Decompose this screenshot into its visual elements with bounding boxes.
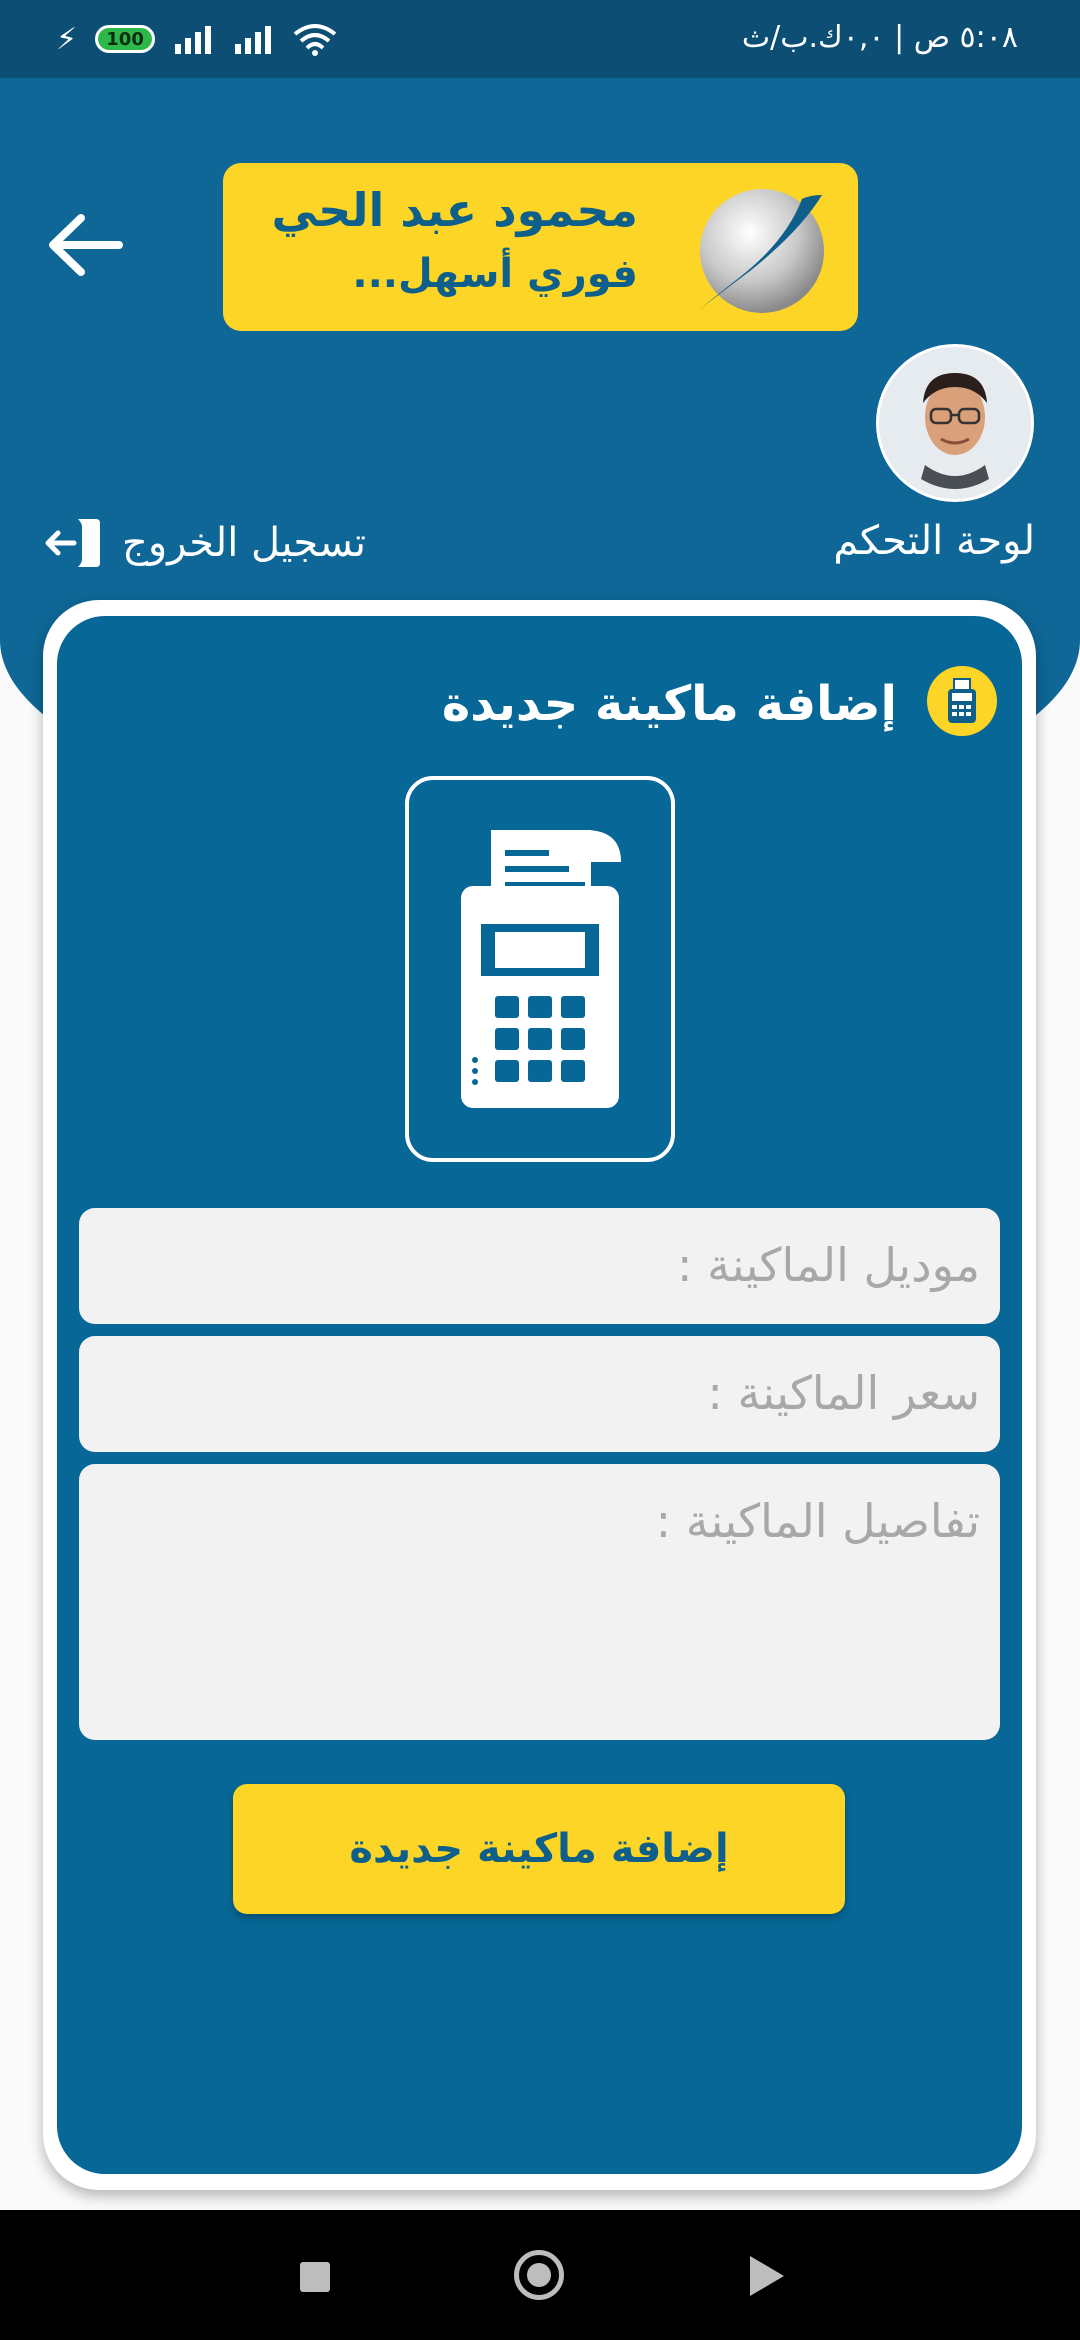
- system-nav-bar: [0, 2210, 1080, 2340]
- card-body: إضافة ماكينة جديدة موديل الماكينة: سعر …: [57, 616, 1022, 2174]
- battery-indicator: 100: [95, 25, 156, 53]
- logout-label: تسجيل الخروج: [122, 520, 367, 566]
- arrow-left-icon: [49, 214, 123, 276]
- status-time: ٥:٠٨ ص | ٠,٠ك.ب/ث: [741, 20, 1018, 55]
- logo-name: محمود عبد الحي: [271, 183, 638, 237]
- title-icon-badge: [927, 666, 997, 736]
- add-machine-card: إضافة ماكينة جديدة موديل الماكينة: سعر …: [43, 600, 1036, 2190]
- avatar[interactable]: [876, 344, 1034, 502]
- brand-logo: محمود عبد الحي فوري أسهل...: [223, 163, 858, 331]
- machine-model-input[interactable]: موديل الماكينة :: [79, 1208, 1000, 1324]
- card-title: إضافة ماكينة جديدة: [441, 676, 897, 732]
- user-photo: [879, 347, 1031, 499]
- pos-machine-icon: [461, 830, 621, 1108]
- back-nav-button[interactable]: [750, 2256, 784, 2296]
- machine-price-input[interactable]: سعر الماكينة :: [79, 1336, 1000, 1452]
- status-icons: ⚡ 100: [56, 18, 337, 60]
- charging-icon: ⚡: [56, 21, 78, 57]
- pos-machine-icon: [948, 678, 976, 723]
- home-button[interactable]: [514, 2250, 564, 2300]
- add-machine-button[interactable]: إضافة ماكينة جديدة: [233, 1784, 845, 1914]
- signal-icon: [175, 26, 212, 54]
- machine-image: [405, 776, 675, 1162]
- dashboard-link[interactable]: لوحة التحكم: [833, 518, 1035, 564]
- recents-button[interactable]: [300, 2262, 330, 2292]
- logout-door-icon: [45, 519, 100, 567]
- logo-slogan: فوري أسهل...: [352, 251, 638, 297]
- back-button[interactable]: [40, 200, 130, 290]
- signal-icon: [235, 26, 272, 54]
- globe-icon: [698, 189, 824, 313]
- wifi-icon: [293, 24, 337, 56]
- machine-details-textarea[interactable]: تفاصيل الماكينة :: [79, 1464, 1000, 1740]
- logout-button[interactable]: تسجيل الخروج: [42, 515, 366, 571]
- status-bar: ⚡ 100 ٥:٠٨ ص | ٠,٠ك.ب/ث: [0, 0, 1080, 78]
